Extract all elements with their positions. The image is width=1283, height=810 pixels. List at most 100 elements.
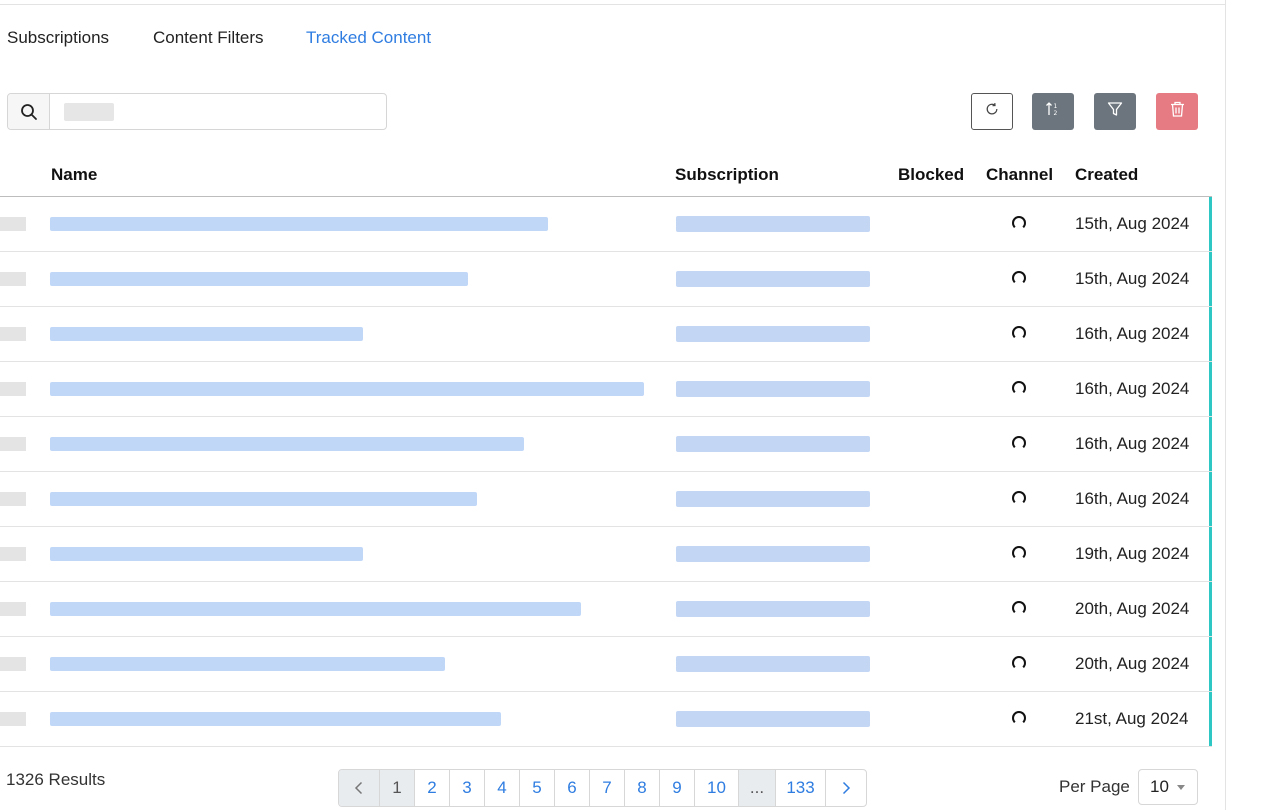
table-row[interactable]: 15th, Aug 2024: [0, 197, 1212, 252]
channel-loading-icon: [1012, 326, 1026, 340]
row-status-marker: [1209, 527, 1212, 581]
filter-button[interactable]: [1094, 93, 1136, 130]
pagination-page-7[interactable]: 7: [590, 770, 625, 806]
row-subscription-link[interactable]: [676, 711, 870, 727]
pagination-page-133[interactable]: 133: [776, 770, 826, 806]
results-count: 1326 Results: [6, 770, 106, 789]
row-leading-cell: [0, 437, 26, 451]
row-status-marker: [1209, 252, 1212, 306]
chevron-right-icon: [842, 781, 851, 795]
row-created-date: 16th, Aug 2024: [1075, 434, 1190, 453]
row-created-date: 16th, Aug 2024: [1075, 379, 1190, 398]
row-status-marker: [1209, 472, 1212, 526]
row-subscription-link[interactable]: [676, 601, 870, 617]
row-name-link[interactable]: [50, 437, 524, 451]
row-name-link[interactable]: [50, 712, 501, 726]
svg-text:2: 2: [1054, 110, 1058, 117]
trash-icon: [1170, 101, 1185, 122]
row-name-link[interactable]: [50, 492, 477, 506]
row-subscription-link[interactable]: [676, 271, 870, 287]
table-row[interactable]: 16th, Aug 2024: [0, 472, 1212, 527]
column-header-subscription[interactable]: Subscription: [675, 165, 779, 185]
column-header-channel[interactable]: Channel: [986, 165, 1053, 185]
sort-button[interactable]: 12: [1032, 93, 1074, 130]
table-row[interactable]: 19th, Aug 2024: [0, 527, 1212, 582]
table-row[interactable]: 20th, Aug 2024: [0, 637, 1212, 692]
table-row[interactable]: 15th, Aug 2024: [0, 252, 1212, 307]
table-row[interactable]: 21st, Aug 2024: [0, 692, 1212, 747]
row-leading-cell: [0, 217, 26, 231]
row-subscription-link[interactable]: [676, 491, 870, 507]
pagination-page-9[interactable]: 9: [660, 770, 695, 806]
sort-numeric-icon: 12: [1045, 101, 1061, 122]
refresh-button[interactable]: [971, 93, 1013, 130]
row-created-date: 21st, Aug 2024: [1075, 709, 1189, 728]
pagination-page-10[interactable]: 10: [695, 770, 739, 806]
pagination-page-2[interactable]: 2: [415, 770, 450, 806]
search-icon[interactable]: [8, 94, 50, 129]
per-page-value: 10: [1150, 777, 1169, 796]
delete-button[interactable]: [1156, 93, 1198, 130]
pagination-page-6[interactable]: 6: [555, 770, 590, 806]
channel-loading-icon: [1012, 271, 1026, 285]
row-status-marker: [1209, 197, 1212, 251]
channel-loading-icon: [1012, 216, 1026, 230]
channel-loading-icon: [1012, 381, 1026, 395]
row-status-marker: [1209, 362, 1212, 416]
row-created-date: 19th, Aug 2024: [1075, 544, 1190, 563]
row-name-link[interactable]: [50, 657, 445, 671]
row-subscription-link[interactable]: [676, 326, 870, 342]
row-leading-cell: [0, 602, 26, 616]
row-name-link[interactable]: [50, 602, 581, 616]
pagination-page-5[interactable]: 5: [520, 770, 555, 806]
column-header-name[interactable]: Name: [51, 165, 97, 185]
chevron-left-icon: [354, 781, 363, 795]
top-divider: [0, 4, 1226, 5]
column-header-created[interactable]: Created: [1075, 165, 1138, 185]
row-name-link[interactable]: [50, 547, 363, 561]
tab-subscriptions[interactable]: Subscriptions: [7, 28, 109, 48]
refresh-icon: [985, 102, 999, 121]
row-name-link[interactable]: [50, 382, 644, 396]
table-row[interactable]: 16th, Aug 2024: [0, 362, 1212, 417]
row-subscription-link[interactable]: [676, 656, 870, 672]
pagination-prev-button[interactable]: [339, 770, 380, 806]
row-status-marker: [1209, 417, 1212, 471]
row-name-link[interactable]: [50, 217, 548, 231]
row-created-date: 16th, Aug 2024: [1075, 489, 1190, 508]
column-header-blocked[interactable]: Blocked: [898, 165, 964, 185]
svg-text:1: 1: [1054, 103, 1058, 110]
row-subscription-link[interactable]: [676, 546, 870, 562]
pagination-page-8[interactable]: 8: [625, 770, 660, 806]
tab-tracked-content[interactable]: Tracked Content: [306, 28, 431, 48]
row-subscription-link[interactable]: [676, 381, 870, 397]
row-leading-cell: [0, 547, 26, 561]
row-status-marker: [1209, 307, 1212, 361]
channel-loading-icon: [1012, 491, 1026, 505]
search-box: [7, 93, 387, 130]
filter-icon: [1107, 101, 1123, 122]
pagination-page-3[interactable]: 3: [450, 770, 485, 806]
row-created-date: 15th, Aug 2024: [1075, 214, 1190, 233]
row-name-link[interactable]: [50, 327, 363, 341]
channel-loading-icon: [1012, 436, 1026, 450]
tab-content-filters[interactable]: Content Filters: [153, 28, 264, 48]
channel-loading-icon: [1012, 656, 1026, 670]
channel-loading-icon: [1012, 546, 1026, 560]
row-created-date: 20th, Aug 2024: [1075, 599, 1190, 618]
row-leading-cell: [0, 327, 26, 341]
table-row[interactable]: 16th, Aug 2024: [0, 417, 1212, 472]
per-page-label: Per Page: [1059, 777, 1130, 796]
row-name-link[interactable]: [50, 272, 468, 286]
channel-loading-icon: [1012, 601, 1026, 615]
pagination-next-button[interactable]: [826, 770, 866, 806]
pagination-page-1[interactable]: 1: [380, 770, 415, 806]
pagination-page-4[interactable]: 4: [485, 770, 520, 806]
per-page-select[interactable]: 10: [1138, 769, 1198, 805]
channel-loading-icon: [1012, 711, 1026, 725]
row-created-date: 20th, Aug 2024: [1075, 654, 1190, 673]
table-row[interactable]: 16th, Aug 2024: [0, 307, 1212, 362]
row-subscription-link[interactable]: [676, 216, 870, 232]
row-subscription-link[interactable]: [676, 436, 870, 452]
table-row[interactable]: 20th, Aug 2024: [0, 582, 1212, 637]
